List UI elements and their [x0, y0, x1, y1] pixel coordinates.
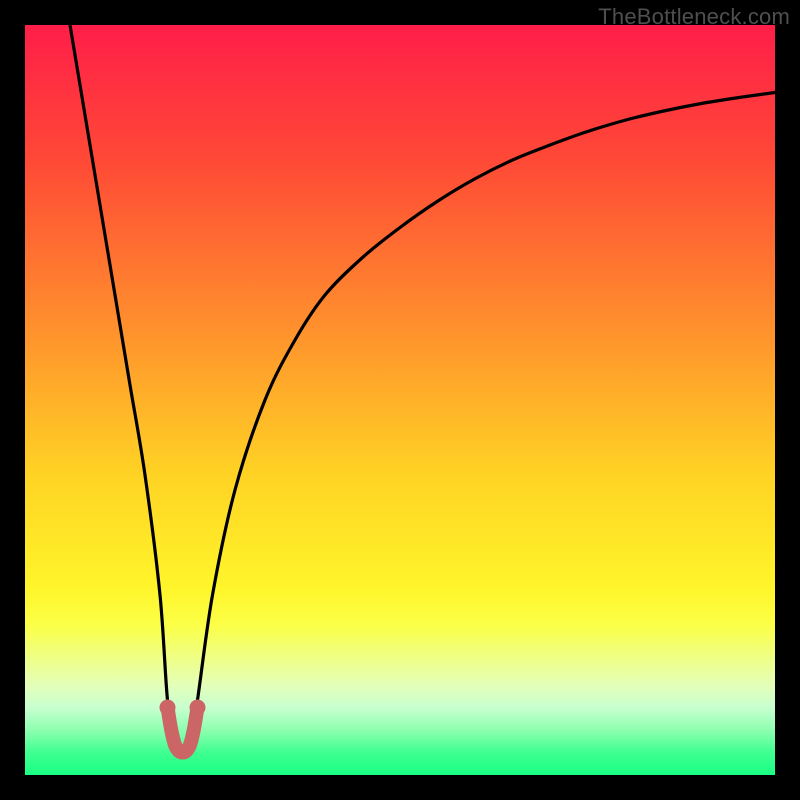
optimal-range-marker	[168, 708, 198, 753]
plot-area	[25, 25, 775, 775]
chart-frame: TheBottleneck.com	[0, 0, 800, 800]
optimal-range-dots	[160, 700, 206, 716]
watermark-text: TheBottleneck.com	[598, 4, 790, 30]
bottleneck-curve	[25, 25, 775, 775]
